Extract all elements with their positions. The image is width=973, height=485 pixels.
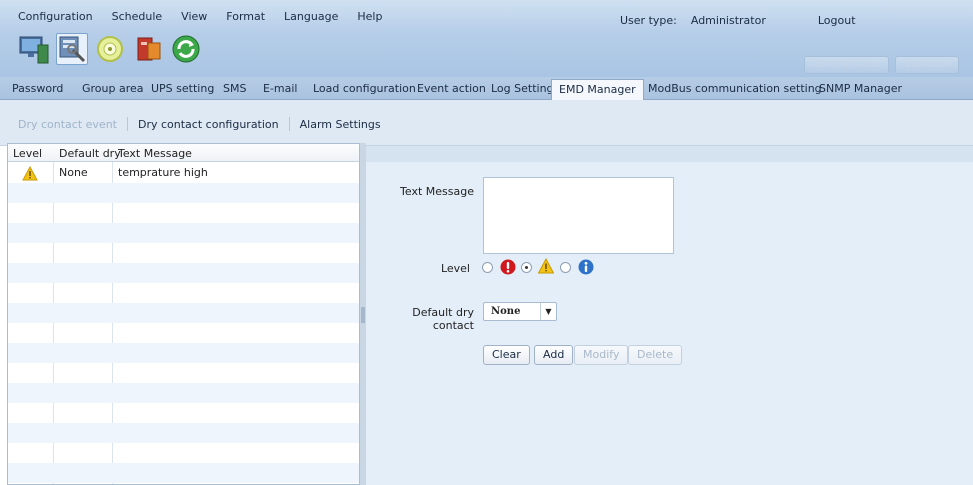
- tab-sms[interactable]: SMS: [216, 79, 253, 99]
- user-info: User type: Administrator Logout: [620, 14, 856, 27]
- tab-email[interactable]: E-mail: [256, 79, 305, 99]
- table-row: [8, 343, 359, 363]
- menu-bar: Configuration Schedule View Format Langu…: [18, 10, 401, 23]
- error-icon: [500, 259, 516, 275]
- table-row: [8, 383, 359, 403]
- level-label: Level: [440, 262, 470, 275]
- monitor-icon[interactable]: [18, 33, 50, 65]
- subtab-divider: [288, 117, 290, 131]
- table-row: [8, 183, 359, 203]
- tab-load-configuration[interactable]: Load configuration: [306, 79, 423, 99]
- table-row: [8, 263, 359, 283]
- table-row: [8, 303, 359, 323]
- table-row: [8, 443, 359, 463]
- toolbar: [18, 33, 208, 65]
- tab-bar: Password Group area UPS setting SMS E-ma…: [0, 77, 973, 101]
- table-row: [8, 363, 359, 383]
- app-header: Configuration Schedule View Format Langu…: [0, 0, 973, 77]
- level-warning-radio[interactable]: [521, 262, 532, 273]
- tab-ups-setting[interactable]: UPS setting: [144, 79, 221, 99]
- form-top-strip: [366, 146, 973, 162]
- row-default-dry: None: [59, 166, 88, 179]
- menu-format[interactable]: Format: [226, 10, 265, 23]
- warning-icon: [22, 166, 38, 181]
- level-info-radio[interactable]: [560, 262, 571, 273]
- menu-configuration[interactable]: Configuration: [18, 10, 93, 23]
- table-row: [8, 403, 359, 423]
- menu-schedule[interactable]: Schedule: [112, 10, 163, 23]
- splitter-grip[interactable]: [361, 307, 365, 323]
- info-icon: [578, 259, 594, 275]
- warning-icon: [538, 258, 554, 274]
- refresh-icon[interactable]: [170, 33, 202, 65]
- message-form: Text Message Level Default dry contact N…: [366, 146, 973, 485]
- table-row: [8, 323, 359, 343]
- subtab-alarm-settings[interactable]: Alarm Settings: [300, 118, 381, 131]
- tab-group-area[interactable]: Group area: [75, 79, 151, 99]
- user-type-label: User type:: [620, 14, 677, 27]
- disc-icon[interactable]: [94, 33, 126, 65]
- table-row: [8, 203, 359, 223]
- subtab-dry-contact-event[interactable]: Dry contact event: [18, 118, 117, 131]
- table-row: [8, 223, 359, 243]
- shield-icon[interactable]: [132, 33, 164, 65]
- tab-log-setting[interactable]: Log Setting: [484, 79, 561, 99]
- table-row: [8, 243, 359, 263]
- tab-event-action[interactable]: Event action: [410, 79, 493, 99]
- view-switcher: Graphic view List view: [804, 56, 959, 74]
- header-default-dry[interactable]: Default dry: [59, 147, 121, 160]
- modify-button[interactable]: Modify: [574, 345, 629, 365]
- tab-modbus-communication-setting[interactable]: ModBus communication setting: [641, 79, 829, 99]
- table-row: [8, 463, 359, 483]
- add-button[interactable]: Add: [534, 345, 574, 365]
- list-view-button[interactable]: List view: [895, 56, 959, 74]
- chevron-down-icon[interactable]: ▼: [540, 303, 556, 320]
- table-row[interactable]: None temprature high: [8, 163, 359, 183]
- user-type-value: Administrator: [690, 14, 766, 27]
- menu-view[interactable]: View: [181, 10, 207, 23]
- default-dry-contact-select[interactable]: None ▼: [483, 302, 557, 321]
- text-message-label: Text Message: [400, 185, 474, 198]
- logout-link[interactable]: Logout: [818, 14, 856, 27]
- delete-button[interactable]: Delete: [628, 345, 683, 365]
- tab-snmp-manager[interactable]: SNMP Manager: [812, 79, 909, 99]
- menu-language[interactable]: Language: [284, 10, 338, 23]
- header-level[interactable]: Level: [13, 147, 42, 160]
- default-dry-contact-label: Default dry contact: [412, 306, 474, 332]
- graphic-view-button[interactable]: Graphic view: [804, 56, 890, 74]
- table-row: [8, 283, 359, 303]
- default-dry-contact-value: None: [491, 306, 521, 317]
- menu-help[interactable]: Help: [357, 10, 382, 23]
- table-row: [8, 423, 359, 443]
- list-header: Level Default dry Text Message: [8, 144, 359, 162]
- subtab-dry-contact-configuration[interactable]: Dry contact configuration: [138, 118, 279, 131]
- row-text-message: temprature high: [118, 166, 208, 179]
- subtab-divider: [127, 117, 128, 131]
- tools-icon[interactable]: [56, 33, 88, 65]
- message-list: Level Default dry Text Message None temp…: [7, 143, 360, 485]
- tab-password[interactable]: Password: [5, 79, 70, 99]
- header-text-message[interactable]: Text Message: [118, 147, 192, 160]
- clear-button[interactable]: Clear: [483, 345, 530, 365]
- level-error-radio[interactable]: [482, 262, 493, 273]
- text-message-input[interactable]: [483, 177, 674, 254]
- tab-emd-manager[interactable]: EMD Manager: [551, 79, 644, 101]
- sub-tab-bar: Dry contact event Dry contact configurat…: [0, 100, 973, 146]
